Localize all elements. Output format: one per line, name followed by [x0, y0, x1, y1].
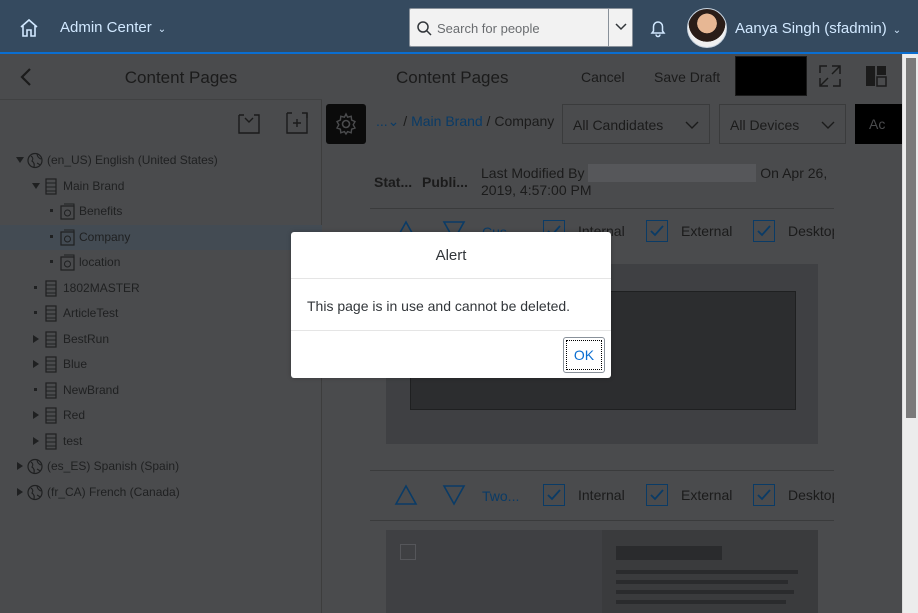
scrollbar-thumb[interactable]: [906, 58, 916, 418]
people-search[interactable]: Search for people: [409, 8, 633, 47]
user-name-label: Aanya Singh (sfadmin): [735, 20, 887, 37]
dialog-title: Alert: [291, 232, 611, 279]
avatar[interactable]: [687, 8, 727, 48]
dialog-footer: OK: [291, 330, 611, 378]
app-title-label: Admin Center: [60, 19, 152, 36]
shell-header: Admin Center ⌄ Search for people Aanya Si…: [0, 0, 918, 54]
search-scope-dropdown[interactable]: [608, 9, 632, 46]
dialog-message: This page is in use and cannot be delete…: [307, 298, 571, 314]
search-icon: [417, 21, 432, 36]
app-title-menu[interactable]: Admin Center ⌄: [60, 19, 166, 36]
user-menu[interactable]: Aanya Singh (sfadmin) ⌄: [735, 20, 901, 37]
chevron-down-icon: ⌄: [157, 24, 167, 35]
bell-icon[interactable]: [648, 18, 668, 38]
home-icon[interactable]: [18, 17, 40, 39]
search-input[interactable]: Search for people: [437, 21, 540, 36]
alert-dialog: Alert This page is in use and cannot be …: [291, 232, 611, 378]
vertical-scrollbar[interactable]: [902, 54, 918, 613]
chevron-down-icon: ⌄: [892, 25, 902, 36]
chevron-down-icon: [615, 23, 627, 31]
ok-button[interactable]: OK: [563, 337, 605, 373]
